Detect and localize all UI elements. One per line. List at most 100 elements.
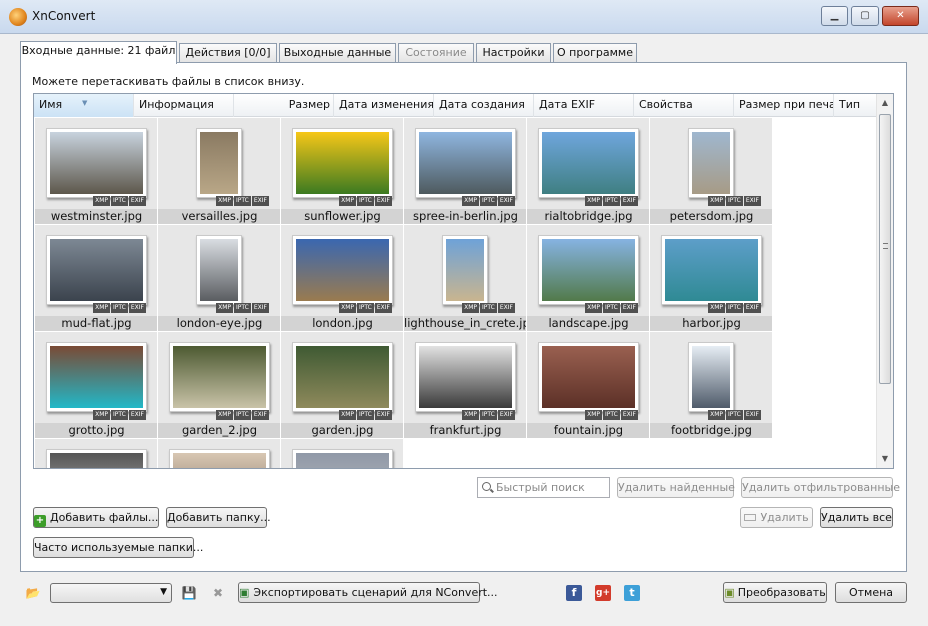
preset-select[interactable]: ▼: [50, 583, 172, 603]
minimize-button[interactable]: ▁: [821, 6, 848, 26]
file-thumbnail-item[interactable]: XMP IPTC EXIF garden.jpg: [281, 332, 404, 439]
open-folder-icon[interactable]: 📂: [25, 585, 41, 601]
remove-button[interactable]: Удалить: [740, 507, 813, 528]
vertical-scrollbar[interactable]: ▲ ▼: [876, 94, 893, 468]
file-thumbnail-item[interactable]: XMP IPTC EXIF lighthouse_in_crete.jpg: [404, 225, 527, 332]
tab-settings[interactable]: Настройки: [476, 43, 551, 63]
file-thumbnail-item[interactable]: XMP IPTC EXIF mud-flat.jpg: [35, 225, 158, 332]
metadata-badges: XMP IPTC EXIF: [338, 299, 392, 313]
search-icon: [482, 482, 491, 491]
column-modified[interactable]: Дата изменения: [334, 94, 434, 117]
grip-icon: [883, 243, 888, 249]
remove-all-button[interactable]: Удалить все: [820, 507, 893, 528]
file-thumbnail-item[interactable]: XMP IPTC EXIF london-eye.jpg: [158, 225, 281, 332]
export-icon: ▣: [239, 586, 250, 599]
thumbnail-image: [196, 235, 242, 305]
tab-input[interactable]: Входные данные: 21 файл: [20, 41, 177, 64]
column-type[interactable]: Тип: [834, 94, 877, 117]
quick-search-input[interactable]: Быстрый поиск: [477, 477, 610, 498]
photo-preview: [50, 132, 143, 194]
column-print-size[interactable]: Размер при печа: [734, 94, 834, 117]
metadata-badge: IPTC: [356, 196, 374, 206]
metadata-badges: XMP IPTC EXIF: [584, 192, 638, 206]
tab-actions[interactable]: Действия [0/0]: [179, 43, 277, 63]
file-thumbnail-item[interactable]: XMP IPTC EXIF versailles.jpg: [158, 118, 281, 225]
column-created[interactable]: Дата создания: [434, 94, 534, 117]
tab-status[interactable]: Состояние: [398, 43, 474, 63]
twitter-icon[interactable]: t: [624, 585, 640, 601]
file-thumbnail-item[interactable]: XMP IPTC EXIF london.jpg: [281, 225, 404, 332]
file-thumbnail-item[interactable]: XMP IPTC EXIF garden_2.jpg: [158, 332, 281, 439]
column-exif-date[interactable]: Дата EXIF: [534, 94, 634, 117]
column-properties[interactable]: Свойства: [634, 94, 734, 117]
delete-icon[interactable]: ✖: [210, 585, 226, 601]
thumbnail-image: [292, 128, 393, 198]
metadata-badge: IPTC: [110, 303, 128, 313]
file-thumbnail-item[interactable]: XMP IPTC EXIF harbor.jpg: [650, 225, 773, 332]
metadata-badges: XMP IPTC EXIF: [461, 192, 515, 206]
file-name: petersdom.jpg: [650, 209, 772, 224]
metadata-badge: XMP: [708, 410, 725, 420]
cancel-button[interactable]: Отмена: [835, 582, 907, 603]
scroll-down-icon[interactable]: ▼: [877, 451, 893, 467]
googleplus-icon[interactable]: g+: [595, 585, 611, 601]
scroll-thumb[interactable]: [879, 114, 891, 384]
file-thumbnail-item[interactable]: XMP IPTC EXIF grotto.jpg: [35, 332, 158, 439]
metadata-badge: XMP: [216, 410, 233, 420]
close-button[interactable]: ✕: [882, 6, 919, 26]
tab-about[interactable]: О программе: [553, 43, 637, 63]
thumbnail-image: [538, 342, 639, 412]
file-thumbnail-item[interactable]: XMP IPTC EXIF fountain.jpg: [527, 332, 650, 439]
file-thumbnail-item[interactable]: XMP IPTC EXIF petersdom.jpg: [650, 118, 773, 225]
metadata-badges: XMP IPTC EXIF: [707, 406, 761, 420]
thumbnail-image: [538, 235, 639, 305]
save-icon[interactable]: 💾: [181, 585, 197, 601]
file-thumbnail-item[interactable]: [281, 439, 404, 468]
remove-filtered-button[interactable]: Удалить отфильтрованные: [741, 477, 900, 498]
metadata-badge: EXIF: [128, 303, 146, 313]
file-thumbnail-item[interactable]: XMP IPTC EXIF rialtobridge.jpg: [527, 118, 650, 225]
file-name: westminster.jpg: [35, 209, 157, 224]
file-thumbnail-item[interactable]: XMP IPTC EXIF landscape.jpg: [527, 225, 650, 332]
thumbnail-image: [292, 449, 393, 468]
file-thumbnail-item[interactable]: XMP IPTC EXIF spree-in-berlin.jpg: [404, 118, 527, 225]
metadata-badge: IPTC: [725, 303, 743, 313]
photo-preview: [446, 239, 484, 301]
file-thumbnail-item[interactable]: XMP IPTC EXIF frankfurt.jpg: [404, 332, 527, 439]
file-thumbnail-item[interactable]: [35, 439, 158, 468]
add-folder-button[interactable]: Добавить папку...: [166, 507, 271, 528]
metadata-badge: EXIF: [620, 303, 638, 313]
column-name[interactable]: ▼ Имя: [34, 94, 134, 117]
metadata-badges: XMP IPTC EXIF: [92, 192, 146, 206]
file-thumbnail-item[interactable]: [158, 439, 281, 468]
file-thumbnail-item[interactable]: XMP IPTC EXIF sunflower.jpg: [281, 118, 404, 225]
metadata-badges: XMP IPTC EXIF: [707, 192, 761, 206]
metadata-badge: IPTC: [110, 410, 128, 420]
metadata-badges: XMP IPTC EXIF: [461, 406, 515, 420]
remove-found-button[interactable]: Удалить найденные: [617, 477, 735, 498]
frequent-folders-button[interactable]: Часто используемые папки...: [33, 537, 203, 558]
metadata-badge: IPTC: [479, 196, 497, 206]
metadata-badge: IPTC: [356, 410, 374, 420]
thumbnail-image: [442, 235, 488, 305]
file-thumbnail-item[interactable]: XMP IPTC EXIF footbridge.jpg: [650, 332, 773, 439]
export-nconvert-button[interactable]: ▣ Экспортировать сценарий для NConvert...: [238, 582, 498, 603]
photo-preview: [50, 453, 143, 468]
metadata-badge: XMP: [708, 303, 725, 313]
column-info[interactable]: Информация: [134, 94, 234, 117]
add-files-button[interactable]: + Добавить файлы...: [33, 507, 159, 528]
file-name: london.jpg: [281, 316, 403, 331]
tab-output[interactable]: Выходные данные: [279, 43, 396, 63]
maximize-button[interactable]: ▢: [851, 6, 879, 26]
metadata-badge: XMP: [585, 303, 602, 313]
metadata-badge: XMP: [462, 303, 479, 313]
column-size[interactable]: Размер: [234, 94, 334, 117]
file-thumbnail-item[interactable]: XMP IPTC EXIF westminster.jpg: [35, 118, 158, 225]
file-name: fountain.jpg: [527, 423, 649, 438]
scroll-up-icon[interactable]: ▲: [877, 95, 893, 111]
drag-hint: Можете перетаскивать файлы в список вниз…: [32, 75, 305, 88]
photo-preview: [542, 132, 635, 194]
facebook-icon[interactable]: f: [566, 585, 582, 601]
file-list[interactable]: ▼ Имя Информация Размер Дата изменения Д…: [33, 93, 894, 469]
convert-button[interactable]: ▣ Преобразовать: [723, 582, 827, 603]
